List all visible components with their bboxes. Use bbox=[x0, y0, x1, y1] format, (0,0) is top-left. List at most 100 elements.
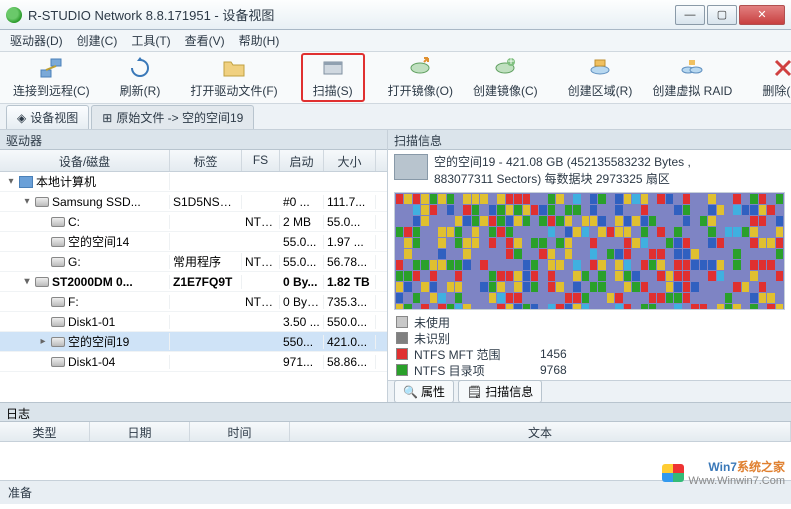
tree-row[interactable]: Disk1-013.50 ...550.0... bbox=[0, 312, 387, 332]
refresh-button[interactable]: 刷新(R) bbox=[113, 53, 168, 102]
log-title: 日志 bbox=[0, 402, 791, 422]
disk-icon bbox=[51, 337, 65, 347]
row-name: Samsung SSD... bbox=[52, 195, 141, 209]
header-size[interactable]: 大小 bbox=[324, 150, 376, 171]
delete-icon bbox=[771, 56, 791, 80]
create-image-icon: + bbox=[493, 56, 517, 80]
scan-summary-text: 空的空间19 - 421.08 GB (452135583232 Bytes ,… bbox=[434, 154, 691, 188]
properties-icon: 🔍 bbox=[403, 385, 418, 399]
connect-remote-button[interactable]: 连接到远程(C) bbox=[6, 53, 97, 102]
refresh-icon bbox=[128, 56, 152, 80]
header-label[interactable]: 标签 bbox=[170, 150, 242, 171]
scan-summary: 空的空间19 - 421.08 GB (452135583232 Bytes ,… bbox=[388, 150, 791, 192]
log-header-type[interactable]: 类型 bbox=[0, 422, 90, 441]
log-body[interactable] bbox=[0, 442, 791, 480]
log-headers: 类型 日期 时间 文本 bbox=[0, 422, 791, 442]
row-name: 本地计算机 bbox=[36, 173, 96, 190]
log-header-time[interactable]: 时间 bbox=[190, 422, 290, 441]
computer-icon bbox=[19, 176, 33, 188]
tree-headers: 设备/磁盘 标签 FS 启动 大小 bbox=[0, 150, 387, 172]
delete-button[interactable]: 删除(R) bbox=[755, 53, 791, 102]
status-text: 准备 bbox=[8, 484, 32, 501]
log-header-text[interactable]: 文本 bbox=[290, 422, 791, 441]
create-region-button[interactable]: 创建区域(R) bbox=[561, 53, 640, 102]
row-name: G: bbox=[68, 255, 81, 269]
create-image-button[interactable]: + 创建镜像(C) bbox=[466, 53, 545, 102]
menu-tools[interactable]: 工具(T) bbox=[125, 30, 176, 51]
tab-scan-info[interactable]: 🗒扫描信息 bbox=[458, 380, 542, 403]
tree-row[interactable]: ▸空的空间19550...421.0... bbox=[0, 332, 387, 352]
drives-pane-title: 驱动器 bbox=[0, 130, 387, 150]
toolbar: 连接到远程(C) 刷新(R) 打开驱动文件(F) 扫描(S) 打开镜像(O) +… bbox=[0, 52, 791, 104]
row-name: F: bbox=[68, 295, 79, 309]
expander-icon[interactable]: ▾ bbox=[22, 196, 32, 207]
legend-swatch bbox=[396, 316, 408, 328]
drives-pane: 驱动器 设备/磁盘 标签 FS 启动 大小 ▾ 本地计算机 ▾ Samsung SSD… bbox=[0, 130, 388, 402]
legend-swatch bbox=[396, 364, 408, 376]
expander-icon[interactable]: ▸ bbox=[38, 336, 48, 347]
document-tabs: ◈ 设备视图 ⊞ 原始文件 -> 空的空间19 bbox=[0, 104, 791, 130]
tree-row[interactable]: ▾ST2000DM 0...Z1E7FQ9T0 By...1.82 TB bbox=[0, 272, 387, 292]
tree-row[interactable]: ▾Samsung SSD...S1D5NSD...#0 ...111.7... bbox=[0, 192, 387, 212]
disk-icon bbox=[51, 357, 65, 367]
disk-icon bbox=[51, 317, 65, 327]
tree-row[interactable]: 空的空间1455.0...1.97 ... bbox=[0, 232, 387, 252]
folder-icon bbox=[222, 56, 246, 80]
legend-row: 未使用 bbox=[396, 314, 783, 330]
drive-tree[interactable]: ▾本地计算机▾Samsung SSD...S1D5NSD...#0 ...111… bbox=[0, 172, 387, 402]
tree-row[interactable]: G:常用程序NTFS55.0...56.78... bbox=[0, 252, 387, 272]
tab-device-view[interactable]: ◈ 设备视图 bbox=[6, 105, 89, 129]
disk-icon bbox=[35, 277, 49, 287]
header-device[interactable]: 设备/磁盘 bbox=[0, 150, 170, 171]
row-name: 空的空间19 bbox=[68, 333, 129, 350]
legend-row: NTFS 目录项9768 bbox=[396, 362, 783, 378]
sector-map[interactable] bbox=[394, 192, 785, 310]
menu-help[interactable]: 帮助(H) bbox=[233, 30, 286, 51]
expander-icon[interactable]: ▾ bbox=[22, 276, 32, 287]
tab-properties[interactable]: 🔍属性 bbox=[394, 380, 454, 403]
legend: 未使用未识别NTFS MFT 范围1456NTFS 目录项9768 bbox=[388, 310, 791, 380]
open-image-icon bbox=[408, 56, 432, 80]
raw-files-icon: ⊞ bbox=[102, 111, 112, 125]
raid-icon bbox=[680, 56, 704, 80]
tree-row[interactable]: ▾ 本地计算机 bbox=[0, 172, 387, 192]
legend-row: 未识别 bbox=[396, 330, 783, 346]
row-name: Disk1-01 bbox=[68, 315, 115, 329]
create-raid-button[interactable]: 创建虚拟 RAID bbox=[645, 53, 739, 102]
legend-row: NTFS MFT 范围1456 bbox=[396, 346, 783, 362]
connect-icon bbox=[39, 56, 63, 80]
row-name: 空的空间14 bbox=[68, 233, 129, 250]
titlebar: R-STUDIO Network 8.8.171951 - 设备视图 — ▢ ✕ bbox=[0, 0, 791, 30]
disk-icon bbox=[35, 197, 49, 207]
device-view-icon: ◈ bbox=[17, 111, 26, 125]
open-drive-files-button[interactable]: 打开驱动文件(F) bbox=[183, 53, 284, 102]
tree-row[interactable]: Disk1-04971...58.86... bbox=[0, 352, 387, 372]
log-header-date[interactable]: 日期 bbox=[90, 422, 190, 441]
open-image-button[interactable]: 打开镜像(O) bbox=[381, 53, 460, 102]
window-controls: — ▢ ✕ bbox=[675, 5, 785, 25]
minimize-button[interactable]: — bbox=[675, 5, 705, 25]
disk-icon bbox=[51, 237, 65, 247]
menu-drive[interactable]: 驱动器(D) bbox=[4, 30, 69, 51]
header-fs[interactable]: FS bbox=[242, 150, 280, 171]
row-name: ST2000DM 0... bbox=[52, 275, 133, 289]
close-button[interactable]: ✕ bbox=[739, 5, 785, 25]
header-boot[interactable]: 启动 bbox=[280, 150, 324, 171]
expander-icon[interactable]: ▾ bbox=[6, 176, 16, 187]
tab-raw-files[interactable]: ⊞ 原始文件 -> 空的空间19 bbox=[91, 105, 254, 129]
menu-create[interactable]: 创建(C) bbox=[71, 30, 124, 51]
statusbar: 准备 bbox=[0, 480, 791, 504]
menu-view[interactable]: 查看(V) bbox=[179, 30, 231, 51]
tree-row[interactable]: C:NTFS2 MB55.0... bbox=[0, 212, 387, 232]
main-area: 驱动器 设备/磁盘 标签 FS 启动 大小 ▾ 本地计算机 ▾ Samsung SSD… bbox=[0, 130, 791, 402]
scan-thumb-icon bbox=[394, 154, 428, 180]
scan-pane: 扫描信息 空的空间19 - 421.08 GB (452135583232 By… bbox=[388, 130, 791, 402]
maximize-button[interactable]: ▢ bbox=[707, 5, 737, 25]
scan-bottom-tabs: 🔍属性 🗒扫描信息 bbox=[388, 380, 791, 402]
svg-text:+: + bbox=[508, 56, 515, 68]
menubar: 驱动器(D) 创建(C) 工具(T) 查看(V) 帮助(H) bbox=[0, 30, 791, 52]
legend-swatch bbox=[396, 348, 408, 360]
scan-pane-title: 扫描信息 bbox=[388, 130, 791, 150]
tree-row[interactable]: F:NTFS0 Byt...735.3... bbox=[0, 292, 387, 312]
scan-button[interactable]: 扫描(S) bbox=[301, 53, 365, 102]
